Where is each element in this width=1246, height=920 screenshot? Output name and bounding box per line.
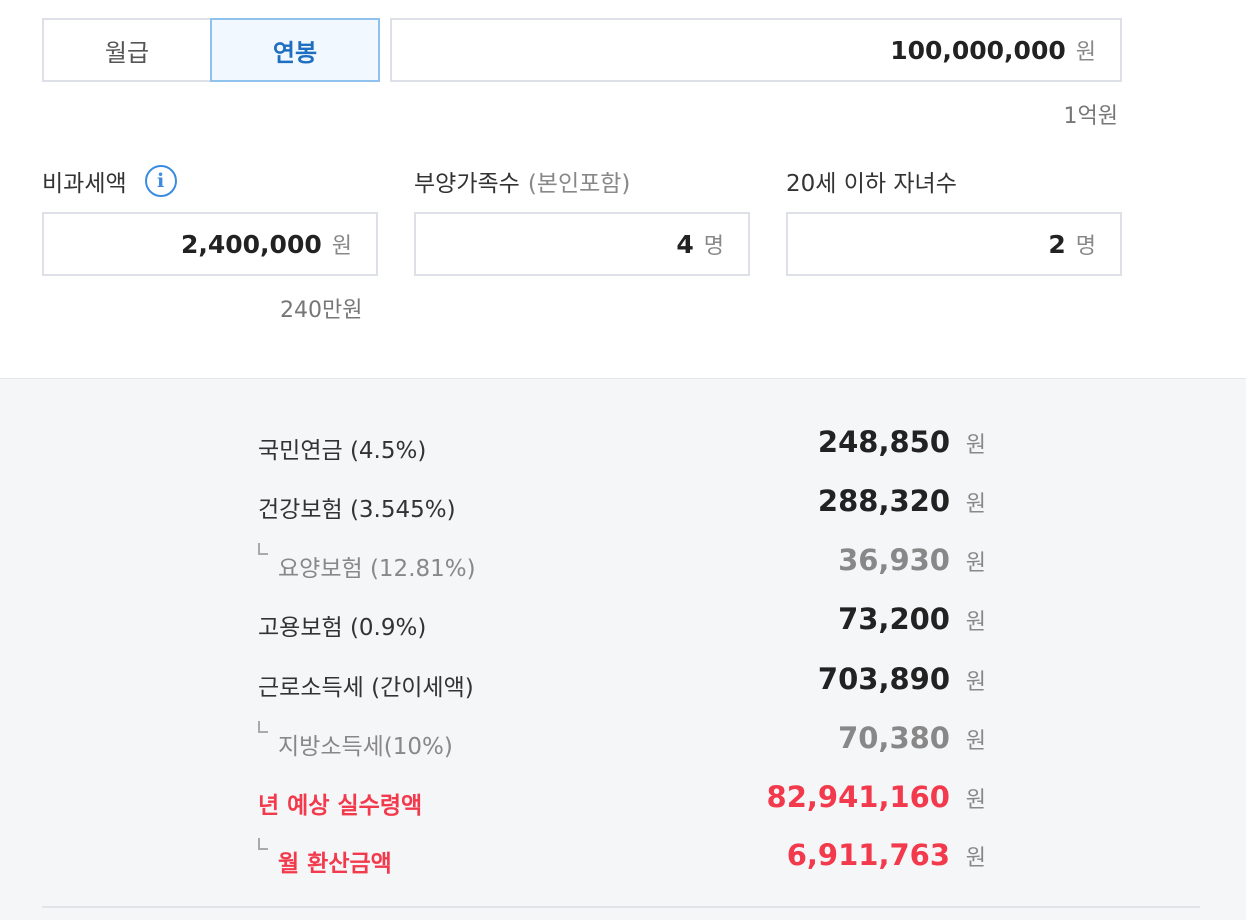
sub-item-corner-icon <box>258 543 268 555</box>
nontaxable-input[interactable]: 2,400,000 원 <box>42 212 378 276</box>
result-unit: 원 <box>965 729 986 754</box>
result-panel: 국민연금 (4.5%) 248,850 원 건강보험 (3.545%) 288,… <box>0 378 1246 920</box>
nontaxable-label-row: 비과세액 i <box>42 164 177 198</box>
dependents-value[interactable]: 4 <box>676 230 693 259</box>
result-unit: 원 <box>965 670 986 695</box>
dependents-label: 부양가족수 <box>414 171 520 197</box>
result-unit: 원 <box>965 788 986 813</box>
result-label: 요양보험 (12.81%) <box>278 556 476 582</box>
annual-toggle-button[interactable]: 연봉 <box>210 18 380 82</box>
result-value: 73,200 <box>838 602 950 636</box>
result-row-health: 건강보험 (3.545%) 288,320 원 <box>258 484 988 526</box>
dependents-unit: 명 <box>703 234 724 259</box>
nontaxable-unit: 원 <box>331 234 352 259</box>
dependents-sublabel: (본인포함) <box>527 171 631 197</box>
result-value: 36,930 <box>838 543 950 577</box>
result-row-pension: 국민연금 (4.5%) 248,850 원 <box>258 425 988 467</box>
result-label: 건강보험 (3.545%) <box>258 497 456 523</box>
children-value[interactable]: 2 <box>1048 230 1065 259</box>
result-unit: 원 <box>965 492 986 517</box>
dependents-label-row: 부양가족수 (본인포함) <box>414 164 630 198</box>
children-label: 20세 이하 자녀수 <box>786 171 957 197</box>
pay-type-toggle: 월급 연봉 <box>42 18 380 82</box>
sub-item-corner-icon <box>258 721 268 733</box>
result-value: 6,911,763 <box>786 838 950 872</box>
result-row-employment: 고용보험 (0.9%) 73,200 원 <box>258 602 988 644</box>
result-row-care: 요양보험 (12.81%) 36,930 원 <box>258 543 988 585</box>
nontaxable-label: 비과세액 <box>42 171 127 197</box>
dependents-input[interactable]: 4 명 <box>414 212 750 276</box>
salary-value[interactable]: 100,000,000 <box>890 36 1066 65</box>
result-value: 248,850 <box>817 425 950 459</box>
children-input[interactable]: 2 명 <box>786 212 1122 276</box>
result-unit: 원 <box>965 433 986 458</box>
result-value: 288,320 <box>817 484 950 518</box>
result-value: 703,890 <box>817 662 950 696</box>
salary-unit: 원 <box>1075 40 1096 65</box>
result-label: 근로소득세 (간이세액) <box>258 675 474 701</box>
bottom-divider <box>42 906 1200 908</box>
result-row-local-tax: 지방소득세(10%) 70,380 원 <box>258 721 988 763</box>
result-value: 82,941,160 <box>766 780 950 814</box>
result-label: 고용보험 (0.9%) <box>258 615 427 641</box>
info-icon[interactable]: i <box>144 165 177 197</box>
result-unit: 원 <box>965 551 986 576</box>
result-label: 지방소득세(10%) <box>278 734 453 760</box>
result-unit: 원 <box>965 846 986 871</box>
nontaxable-hint: 240만원 <box>280 298 363 323</box>
result-label: 년 예상 실수령액 <box>258 793 423 819</box>
result-unit: 원 <box>965 610 986 635</box>
result-row-monthly-net: 월 환산금액 6,911,763 원 <box>258 838 988 880</box>
result-label: 월 환산금액 <box>278 851 392 877</box>
result-label: 국민연금 (4.5%) <box>258 438 427 464</box>
result-row-income-tax: 근로소득세 (간이세액) 703,890 원 <box>258 662 988 704</box>
salary-input[interactable]: 100,000,000 원 <box>390 18 1122 82</box>
nontaxable-value[interactable]: 2,400,000 <box>181 230 322 259</box>
sub-item-corner-icon <box>258 838 268 850</box>
result-row-annual-net: 년 예상 실수령액 82,941,160 원 <box>258 780 988 822</box>
monthly-toggle-button[interactable]: 월급 <box>42 18 210 82</box>
result-value: 70,380 <box>838 721 950 755</box>
children-label-row: 20세 이하 자녀수 <box>786 164 957 198</box>
children-unit: 명 <box>1075 234 1096 259</box>
salary-hint: 1억원 <box>1063 104 1118 129</box>
